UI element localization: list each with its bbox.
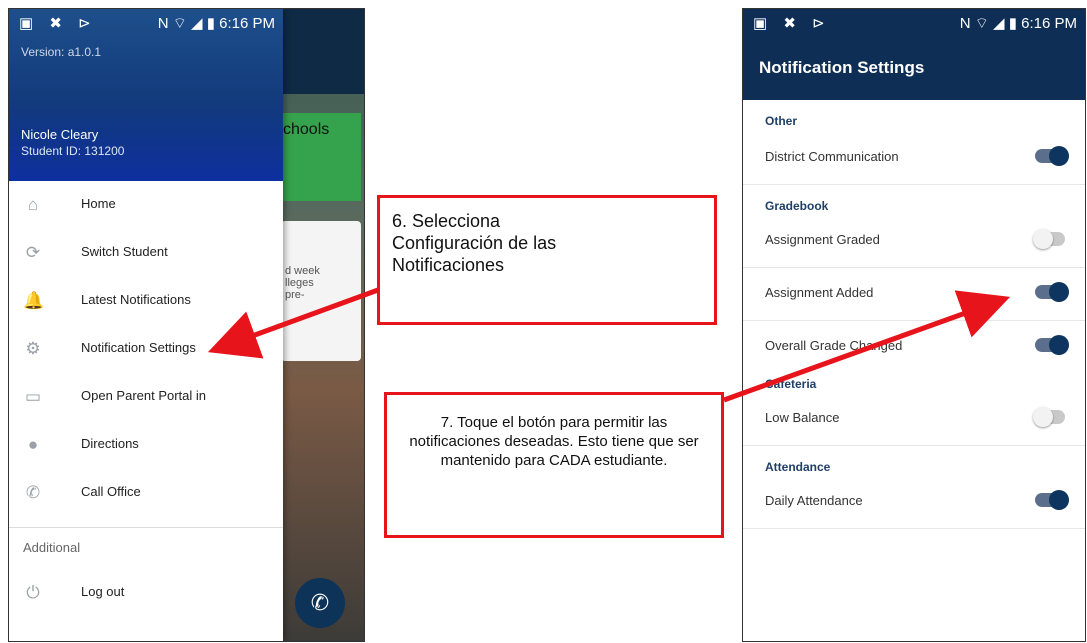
- setting-row-assignment-graded: Assignment Graded: [743, 215, 1085, 268]
- setting-row-assignment-added: Assignment Added: [743, 268, 1085, 321]
- home-icon: ⌂: [27, 195, 39, 214]
- setting-label: Daily Attendance: [765, 493, 863, 508]
- student-id: Student ID: 131200: [21, 144, 125, 158]
- additional-section-label: Additional: [23, 540, 81, 555]
- setting-label: Assignment Added: [765, 285, 874, 300]
- drawer-menu: ⌂ Home ⟳ Switch Student 🔔 Latest Notific…: [9, 181, 283, 517]
- gear-icon: ⚙: [25, 339, 41, 358]
- left-phone-screenshot: chools d week lleges pre- ✆ ▣ ✖ ⊳ N ⌔ ◢ …: [8, 8, 365, 642]
- status-system-icons: N ⌔ ◢ ▮ 6:16 PM: [959, 15, 1077, 32]
- schools-card: chools: [281, 113, 361, 201]
- menu-item-home[interactable]: ⌂ Home: [9, 181, 283, 229]
- page-title: Notification Settings: [759, 58, 925, 77]
- settings-header: ▣ ✖ ⊳ N ⌔ ◢ ▮ 6:16 PM Notification Setti…: [743, 9, 1085, 100]
- setting-label: District Communication: [765, 149, 899, 164]
- menu-item-directions[interactable]: ● Directions: [9, 421, 283, 469]
- instruction-text: 6. Selecciona Configuración de las Notif…: [392, 211, 557, 275]
- menu-item-open-parent-portal[interactable]: ▭ Open Parent Portal in: [9, 373, 283, 421]
- menu-divider: [9, 527, 283, 528]
- menu-item-label: Call Office: [81, 484, 141, 499]
- right-phone-screenshot: ▣ ✖ ⊳ N ⌔ ◢ ▮ 6:16 PM Notification Setti…: [742, 8, 1086, 642]
- setting-row-district-communication: District Communication: [743, 132, 1085, 185]
- map-pin-icon: ●: [27, 435, 39, 454]
- menu-item-notification-settings[interactable]: ⚙ Notification Settings: [9, 325, 283, 373]
- setting-label: Overall Grade Changed: [765, 338, 903, 353]
- menu-item-log-out[interactable]: ⏻ Log out: [9, 569, 283, 617]
- app-top-bar: [279, 9, 364, 94]
- browser-icon: ▭: [24, 387, 42, 406]
- status-bar: ▣ ✖ ⊳ N ⌔ ◢ ▮ 6:16 PM: [743, 9, 1085, 37]
- instruction-callout-step-6: 6. Selecciona Configuración de las Notif…: [377, 195, 717, 325]
- menu-item-call-office[interactable]: ✆ Call Office: [9, 469, 283, 517]
- section-heading-attendance: Attendance: [765, 460, 831, 474]
- menu-item-label: Open Parent Portal in: [81, 388, 207, 403]
- section-heading-other: Other: [765, 114, 798, 128]
- news-card: d week lleges pre-: [281, 221, 361, 361]
- navigation-drawer: ▣ ✖ ⊳ N ⌔ ◢ ▮ 6:16 PM Version: a1.0.1 Ni…: [9, 9, 283, 641]
- instruction-callout-step-7: 7. Toque el botón para permitir las noti…: [384, 392, 724, 538]
- menu-item-switch-student[interactable]: ⟳ Switch Student: [9, 229, 283, 277]
- status-bar: ▣ ✖ ⊳ N ⌔ ◢ ▮ 6:16 PM: [9, 9, 283, 37]
- toggle-switch[interactable]: [1035, 490, 1069, 510]
- setting-label: Assignment Graded: [765, 232, 880, 247]
- bell-icon: 🔔: [23, 291, 45, 310]
- setting-label: Low Balance: [765, 410, 840, 425]
- section-heading-cafeteria: Cafeteria: [765, 377, 817, 391]
- toggle-switch[interactable]: [1033, 407, 1065, 427]
- toggle-switch[interactable]: [1033, 229, 1065, 249]
- menu-item-label: Log out: [81, 584, 125, 599]
- phone-icon: ✆: [25, 483, 41, 502]
- instruction-text: 7. Toque el botón para permitir las noti…: [409, 414, 699, 469]
- student-name: Nicole Cleary: [21, 127, 99, 142]
- menu-item-label: Switch Student: [81, 244, 168, 259]
- settings-list: Other District Communication Gradebook A…: [743, 100, 1085, 529]
- app-version: Version: a1.0.1: [21, 45, 102, 59]
- switch-icon: ⟳: [25, 243, 41, 262]
- drawer-header: ▣ ✖ ⊳ N ⌔ ◢ ▮ 6:16 PM Version: a1.0.1 Ni…: [9, 9, 283, 181]
- status-time: 6:16 PM: [219, 15, 275, 32]
- news-card-text: d week lleges pre-: [285, 265, 320, 301]
- schools-card-text: chools: [283, 121, 330, 138]
- status-notification-icons: ▣ ✖ ⊳: [19, 15, 97, 32]
- setting-row-low-balance: Low Balance: [743, 393, 1085, 446]
- menu-item-label: Notification Settings: [81, 340, 196, 355]
- status-notification-icons: ▣ ✖ ⊳: [753, 15, 831, 32]
- power-icon: ⏻: [26, 583, 40, 602]
- section-heading-gradebook: Gradebook: [765, 199, 829, 213]
- toggle-switch[interactable]: [1035, 335, 1069, 355]
- menu-item-label: Directions: [81, 436, 139, 451]
- toggle-switch[interactable]: [1035, 146, 1069, 166]
- setting-row-overall-grade-changed: Overall Grade Changed: [743, 321, 1085, 373]
- menu-item-label: Latest Notifications: [81, 292, 191, 307]
- status-system-icons: N ⌔ ◢ ▮ 6:16 PM: [157, 15, 275, 32]
- call-fab-button[interactable]: ✆: [295, 578, 345, 628]
- menu-item-label: Home: [81, 196, 116, 211]
- toggle-switch[interactable]: [1035, 282, 1069, 302]
- status-time: 6:16 PM: [1021, 15, 1077, 32]
- menu-item-latest-notifications[interactable]: 🔔 Latest Notifications: [9, 277, 283, 325]
- setting-row-daily-attendance: Daily Attendance: [743, 476, 1085, 529]
